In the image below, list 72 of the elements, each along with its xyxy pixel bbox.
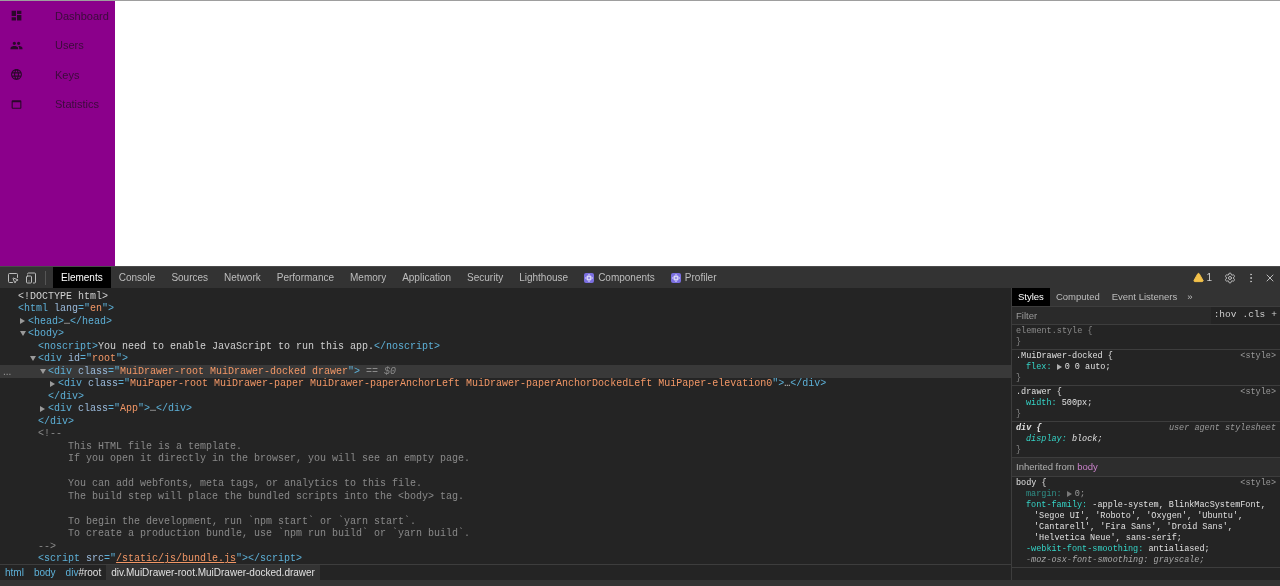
devtools-tab[interactable]: Sources (163, 267, 217, 288)
rule-source[interactable]: <style> (1240, 387, 1276, 398)
style-declaration[interactable]: flex: 0 0 auto; (1016, 362, 1276, 373)
inspect-icon[interactable] (7, 271, 19, 284)
style-declaration[interactable]: display: block; (1016, 434, 1276, 445)
collapsed-arrow-icon[interactable] (50, 380, 55, 387)
rule-source: user agent stylesheet (1168, 423, 1276, 434)
expand-arrow-icon[interactable] (1066, 491, 1072, 497)
devtools-tab[interactable]: Memory (342, 267, 395, 288)
devtools-tab[interactable]: Lighthouse (511, 267, 577, 288)
devtools-tab[interactable]: Performance (268, 267, 342, 288)
settings-icon[interactable] (1224, 271, 1236, 284)
breadcrumb[interactable]: html (0, 565, 29, 580)
dom-line[interactable]: <!-- (38, 426, 62, 442)
filter-toolbar-button[interactable]: :hov (1210, 308, 1240, 323)
rule-selector[interactable]: .MuiDrawer-docked { (1016, 351, 1113, 362)
devtools-tab[interactable]: Console (110, 267, 164, 288)
dom-line[interactable]: If you open it directly in the browser, you will see an empty page. (68, 451, 471, 467)
warning-count[interactable]: 1 (1206, 270, 1212, 285)
rule-source[interactable]: <style> (1240, 351, 1276, 362)
dom-line[interactable]: <script src="/static/js/bundle.js"></script> (38, 551, 303, 564)
devtools-tab[interactable]: Application (394, 267, 460, 288)
inherited-element-link[interactable]: body (1077, 461, 1098, 472)
dom-line[interactable]: --> (38, 538, 56, 554)
dom-line[interactable]: This HTML file is a template. (68, 438, 243, 454)
devtools-tab[interactable]: Network (216, 267, 269, 288)
styles-tab[interactable]: Event Listeners (1105, 288, 1184, 306)
dom-line[interactable]: To begin the development, run `npm start` or `yarn start`. (68, 513, 417, 529)
devtools-tab[interactable]: Profiler (662, 267, 725, 288)
style-declaration[interactable]: font-family: -apple-system, BlinkMacSystemFont, 'Segoe UI', 'Roboto', 'Oxygen', 'Ubuntu', 'Cantarell', 'Fira Sans', 'Droid Sans', 'Helvetica Neue', sans-serif; (1016, 500, 1276, 545)
filter-field[interactable]: Filter (1012, 307, 1211, 324)
collapsed-arrow-icon[interactable] (40, 405, 45, 412)
rule-source[interactable]: <style> (1240, 478, 1276, 490)
rule-selector[interactable]: .drawer { (1016, 387, 1062, 398)
react-icon (584, 272, 595, 283)
closing-brace: } (1016, 445, 1022, 456)
device-icon[interactable] (25, 271, 37, 284)
expand-arrow-icon[interactable] (1056, 363, 1062, 370)
filter-toolbar-button[interactable]: .cls (1239, 308, 1269, 323)
react-icon (670, 272, 681, 283)
expanded-arrow-icon[interactable] (20, 331, 26, 337)
devtools-tab[interactable]: Components (576, 267, 663, 288)
gutter-dots[interactable]: ... (3, 363, 12, 379)
styles-tab[interactable]: Styles (1012, 288, 1050, 306)
devtools-tab[interactable]: Security (459, 267, 512, 288)
style-declaration[interactable]: -moz-osx-font-smoothing: grayscale; (1016, 555, 1276, 567)
breadcrumb[interactable]: div.MuiDrawer-root.MuiDrawer-docked.drawer (106, 565, 320, 580)
more-tabs-button[interactable]: » (1183, 289, 1197, 305)
closing-brace: } (1016, 409, 1022, 420)
rule-selector[interactable]: div { (1016, 423, 1042, 434)
closing-brace: } (1016, 373, 1022, 384)
window-icon (10, 97, 23, 111)
breadcrumb[interactable]: div#root (60, 565, 107, 580)
rule-selector[interactable]: body { (1016, 478, 1047, 490)
expanded-arrow-icon[interactable] (40, 368, 46, 374)
dom-line[interactable]: To create a production bundle, use `npm run build` or `yarn build`. (68, 526, 471, 542)
style-declaration[interactable]: margin: 0; (1016, 489, 1276, 501)
style-declaration[interactable]: -webkit-font-smoothing: antialiased; (1016, 544, 1276, 556)
inherited-label: Inherited from (1016, 461, 1076, 472)
rule-selector[interactable]: element.style { (1016, 326, 1093, 337)
expanded-arrow-icon[interactable] (30, 356, 36, 362)
collapsed-arrow-icon[interactable] (20, 318, 25, 325)
dom-line[interactable]: <!DOCTYPE html> (18, 288, 108, 304)
style-declaration[interactable]: width: 500px; (1016, 398, 1276, 409)
styles-tab[interactable]: Computed (1049, 288, 1106, 306)
globe-icon (10, 68, 23, 82)
devtools-tab[interactable]: Elements (53, 267, 111, 288)
closing-brace: } (1016, 337, 1022, 348)
filter-toolbar-button[interactable]: + (1268, 308, 1280, 323)
warning-icon[interactable] (1193, 272, 1205, 283)
dashboard-icon (10, 9, 23, 23)
breadcrumb[interactable]: body (28, 565, 61, 580)
